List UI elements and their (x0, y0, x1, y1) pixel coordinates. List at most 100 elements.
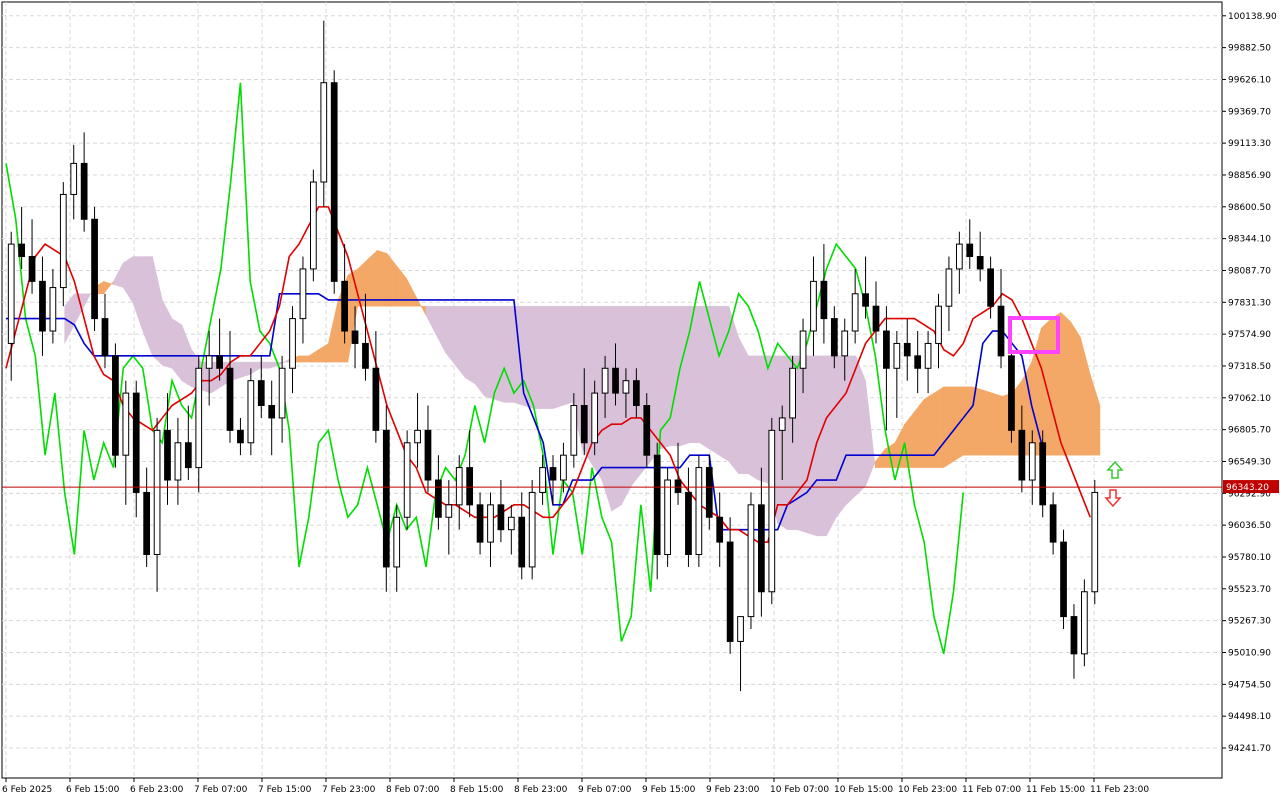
y-tick-label: 99882.50 (1228, 44, 1271, 54)
candle-bull (1028, 442, 1036, 481)
candle-bull (841, 330, 849, 357)
x-tick-label: 7 Feb 15:00 (258, 785, 312, 795)
candle-bear (382, 429, 390, 568)
candle-bull (945, 268, 953, 307)
candle-bear (28, 256, 36, 282)
cloud-bull-segment (992, 392, 1003, 456)
y-tick-label: 94754.50 (1228, 680, 1271, 690)
candle-bull (528, 491, 536, 568)
candle-bear (1049, 504, 1057, 543)
candle-bull (768, 429, 776, 593)
candle-bear (903, 342, 911, 357)
candle-bull (403, 442, 411, 518)
candle-bear (1070, 616, 1078, 655)
candle-bear (1008, 355, 1015, 431)
candle-bear (164, 429, 171, 481)
cloud-bear-segment (650, 305, 661, 463)
x-tick-label: 6 Feb 23:00 (130, 785, 184, 795)
y-tick-label: 95523.70 (1228, 585, 1271, 595)
cloud-bear-segment (845, 355, 857, 506)
candle-bull (7, 243, 15, 344)
candle-bull (591, 392, 599, 444)
candle-bear (685, 491, 692, 556)
cloud-bear-segment (709, 305, 720, 456)
x-tick-label: 9 Feb 23:00 (706, 785, 760, 795)
candle-bull (778, 417, 786, 431)
x-tick-label: 8 Feb 07:00 (386, 785, 440, 795)
candle-bear (1039, 442, 1047, 506)
candle-bear (518, 516, 526, 568)
candle-bear (653, 454, 661, 556)
candle-bear (466, 467, 474, 506)
candle-bull (299, 268, 307, 320)
x-tick-label: 9 Feb 07:00 (578, 785, 632, 795)
y-tick-label: 97062.10 (1228, 394, 1271, 404)
candle-bear (268, 405, 276, 419)
cloud-bull-segment (943, 386, 954, 469)
y-tick-label: 100138.90 (1228, 12, 1277, 22)
cloud-bear-segment (552, 305, 564, 409)
y-tick-label: 99113.30 (1228, 139, 1271, 149)
cloud-bear-segment (679, 305, 690, 447)
candle-bear (237, 429, 244, 444)
candle-bull (122, 392, 130, 456)
candle-bear (1018, 429, 1026, 481)
candle-bear (497, 504, 505, 531)
cloud-bear-segment (533, 305, 544, 409)
candle-bear (80, 162, 88, 220)
candle-bull (278, 367, 286, 419)
candlestick-chart[interactable]: 100138.90 99882.50 99626.10 99369.70 99113.3… (0, 0, 1280, 800)
candle-bear (330, 82, 338, 282)
candle-bear (830, 318, 838, 357)
candle-bear (612, 367, 619, 394)
y-tick-label: 96805.70 (1228, 426, 1271, 436)
candle-bear (705, 467, 713, 518)
candle-bear (580, 405, 588, 444)
y-tick-label: 96549.30 (1228, 457, 1271, 467)
cloud-bear-segment (718, 305, 730, 462)
cloud-bull-segment (1060, 311, 1071, 456)
candle-bull (195, 367, 203, 469)
candle-bull (622, 380, 630, 394)
cloud-bear-segment (826, 355, 837, 537)
x-tick-label: 7 Feb 23:00 (322, 785, 376, 795)
cloud-bear-segment (738, 337, 749, 475)
y-tick-label: 96036.50 (1228, 521, 1271, 531)
candle-bear (716, 516, 724, 543)
candle-bear (362, 342, 369, 369)
candle-bull (487, 504, 494, 543)
cloud-bull-segment (982, 389, 993, 456)
candle-bull (59, 193, 67, 289)
cloud-bull-segment (1070, 320, 1081, 456)
candle-bull (320, 82, 328, 183)
candle-bull (247, 380, 255, 444)
candle-bear (674, 479, 682, 493)
candle-bull (539, 467, 546, 493)
cloud-bear-segment (562, 305, 573, 406)
cloud-bear-segment (601, 305, 612, 512)
chart-area[interactable]: 100138.90 99882.50 99626.10 99369.70 99113.3… (0, 0, 1280, 800)
candle-bear (549, 467, 557, 481)
candle-bear (132, 392, 140, 493)
candle-bear (966, 243, 974, 258)
candle-bear (862, 293, 869, 307)
candle-bear (372, 367, 380, 431)
y-tick-label: 98600.50 (1228, 203, 1271, 213)
candle-bear (18, 243, 25, 258)
cloud-bear-segment (611, 305, 622, 512)
candle-bear (101, 318, 109, 357)
candle-bear (820, 280, 828, 320)
candle-bear (632, 380, 640, 407)
candle-bear (435, 479, 442, 518)
candle-bull (289, 318, 296, 369)
candle-bear (726, 541, 734, 642)
candle-bull (205, 355, 213, 369)
cloud-bear-segment (464, 305, 476, 385)
y-tick-label: 94498.10 (1228, 712, 1271, 722)
cloud-bear-segment (757, 355, 769, 484)
candle-bear (341, 280, 348, 332)
candle-bull (924, 342, 932, 369)
candle-bear (987, 268, 994, 307)
candle-bear (914, 355, 922, 369)
candle-bull (445, 504, 453, 518)
